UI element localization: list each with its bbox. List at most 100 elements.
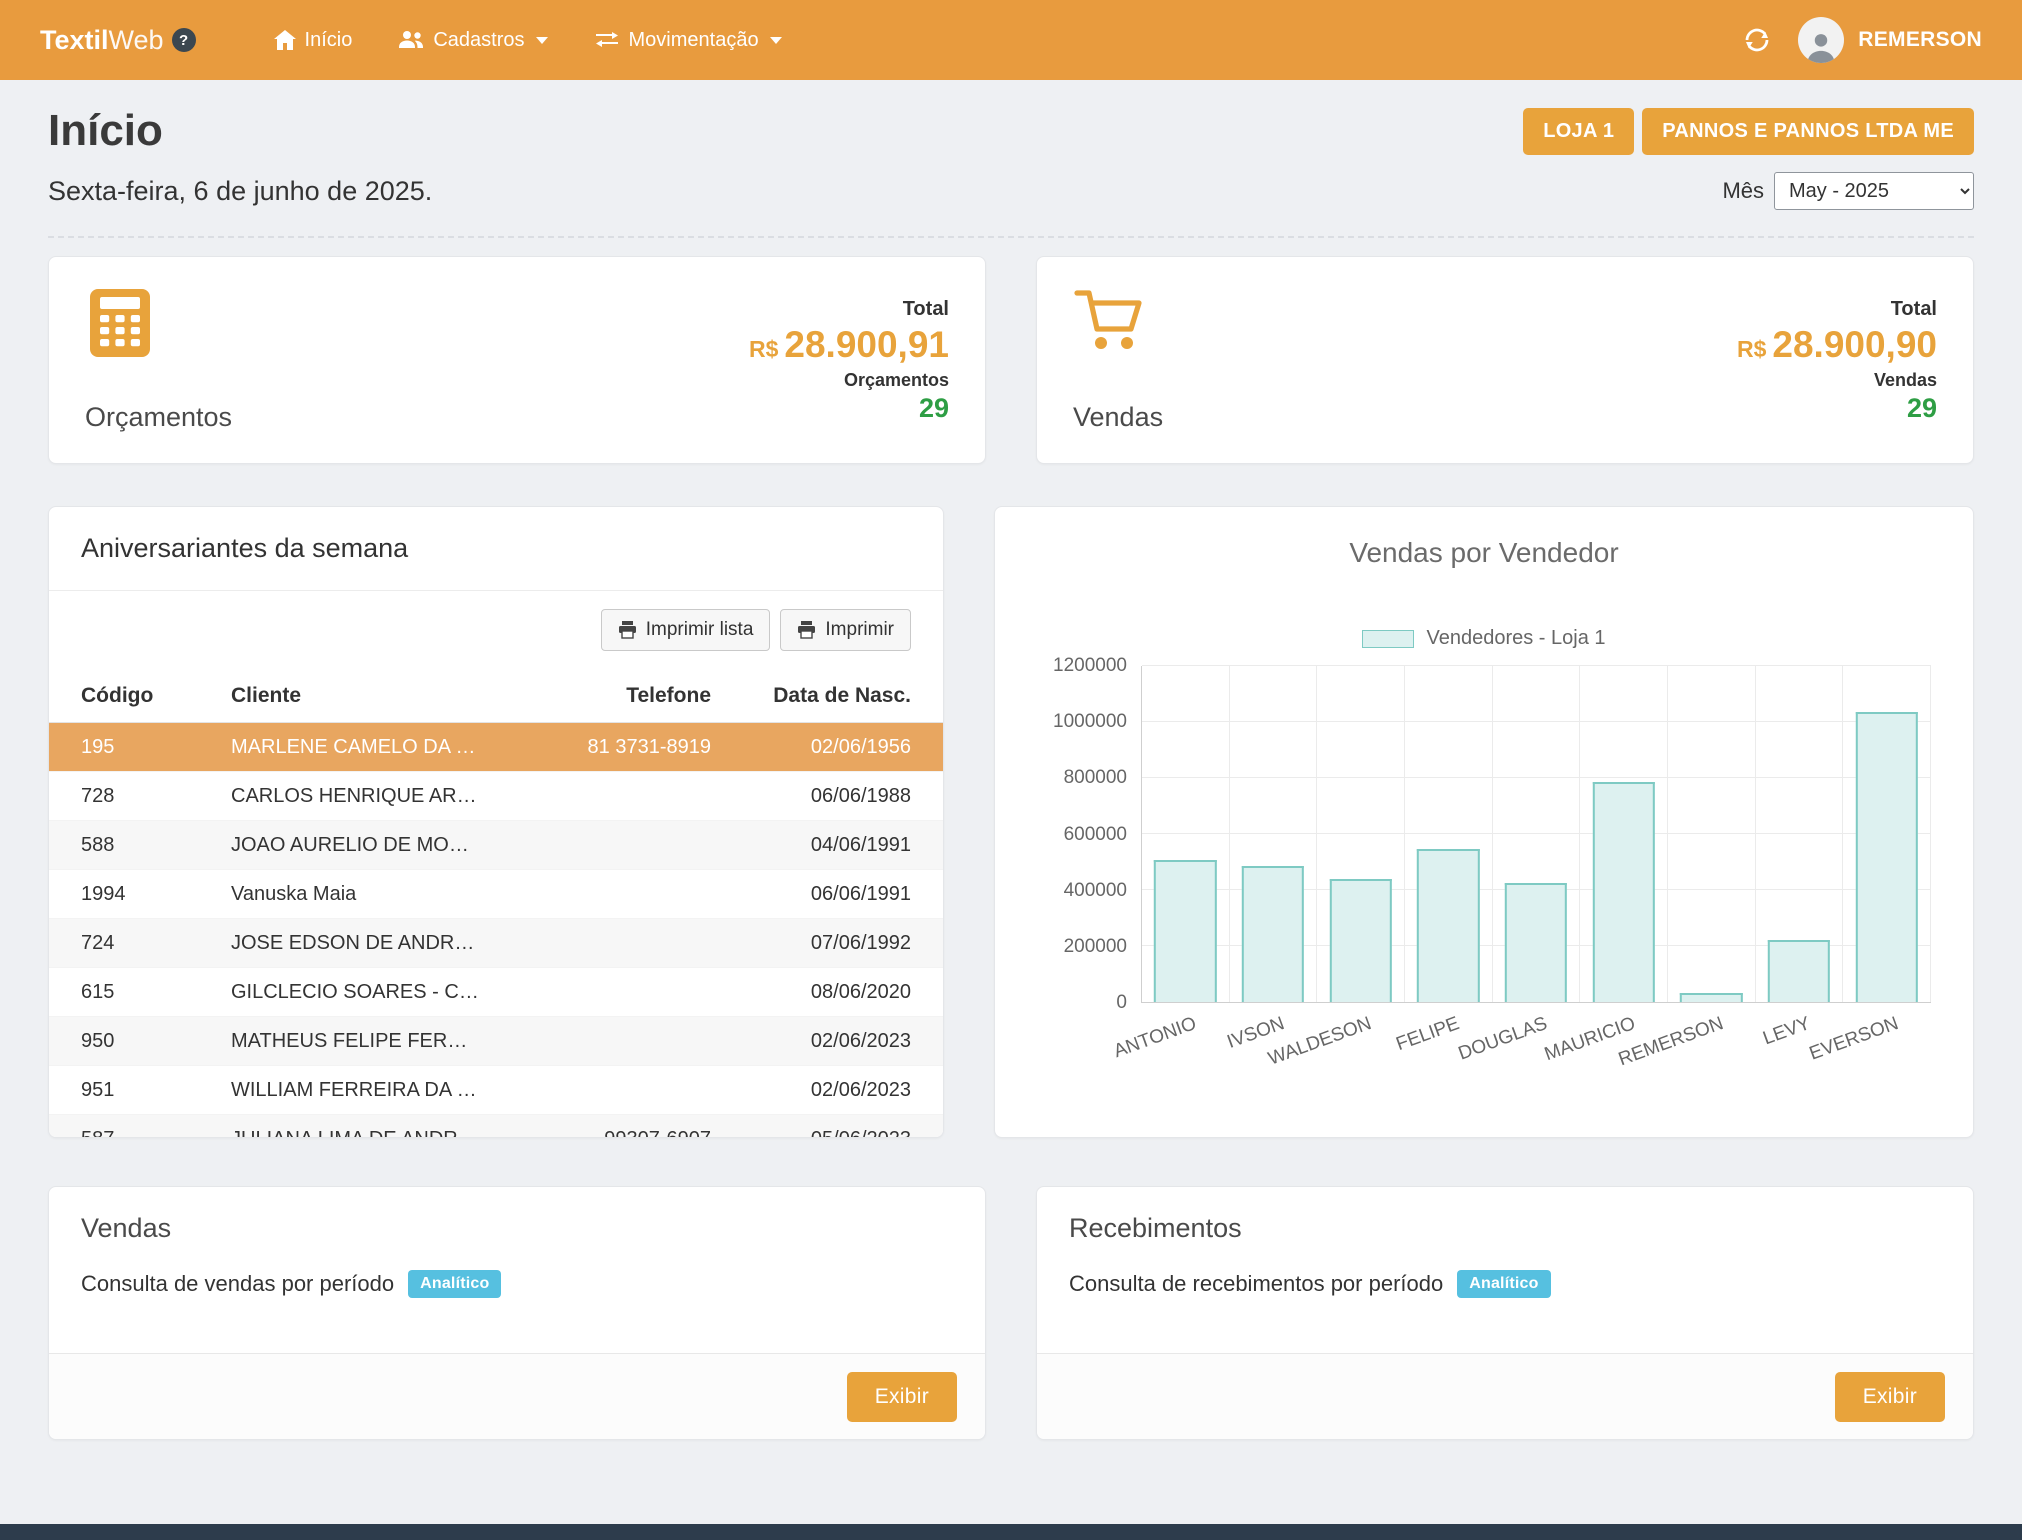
print-list-button[interactable]: Imprimir lista <box>601 609 771 651</box>
table-row[interactable]: 724 JOSE EDSON DE ANDRADE S... 07/06/199… <box>49 919 943 968</box>
cell-cliente: WILLIAM FERREIRA DA SILVA <box>231 1079 501 1102</box>
store-button[interactable]: LOJA 1 <box>1523 108 1634 155</box>
analitico-badge: Analítico <box>408 1270 501 1298</box>
avatar <box>1798 17 1844 63</box>
printer-icon <box>797 621 816 639</box>
header-buttons: LOJA 1 PANNOS E PANNOS LTDA ME <box>1523 108 1974 155</box>
chart-x-labels: ANTONIOIVSONWALDESONFELIPEDOUGLASMAURICI… <box>1141 1003 1931 1083</box>
cell-cliente: MATHEUS FELIPE FERREIRA ... <box>231 1030 501 1053</box>
middle-row: Aniversariantes da semana Imprimir lista… <box>48 506 1974 1138</box>
total-amount: R$28.900,90 <box>1737 325 1937 366</box>
card-label: Vendas <box>1073 402 1163 433</box>
exibir-recebimentos-button[interactable]: Exibir <box>1835 1372 1945 1422</box>
table-row[interactable]: 615 GILCLECIO SOARES - CAMILA 08/06/2020 <box>49 968 943 1017</box>
user-name: REMERSON <box>1858 28 1982 52</box>
nav-item-label: Início <box>305 29 353 52</box>
chart-bar <box>1856 712 1918 1002</box>
orcamentos-card: Orçamentos Total R$28.900,91 Orçamentos … <box>48 256 986 464</box>
chart-slot <box>1843 666 1931 1002</box>
cell-cliente: JULIANA LIMA DE ANDRADE <box>231 1128 501 1139</box>
nav-item-label: Movimentação <box>629 29 759 52</box>
total-label: Total <box>749 298 949 321</box>
chart-slot <box>1756 666 1844 1002</box>
chart-slot <box>1580 666 1668 1002</box>
col-codigo: Código <box>81 684 231 708</box>
cell-nascimento: 05/06/2023 <box>711 1128 911 1139</box>
count-label: Orçamentos <box>749 370 949 391</box>
x-tick: WALDESON <box>1317 1003 1405 1083</box>
chart-bar <box>1505 883 1567 1002</box>
chart-bar <box>1242 866 1304 1002</box>
y-tick-label: 800000 <box>1064 767 1127 789</box>
cell-telefone: 81 3731-8919 <box>501 736 711 759</box>
y-tick-label: 600000 <box>1064 824 1127 846</box>
cell-codigo: 728 <box>81 785 231 808</box>
cell-nascimento: 06/06/1988 <box>711 785 911 808</box>
col-cliente: Cliente <box>231 684 501 708</box>
cell-nascimento: 06/06/1991 <box>711 883 911 906</box>
birthdays-title: Aniversariantes da semana <box>81 533 911 564</box>
table-row[interactable]: 587 JULIANA LIMA DE ANDRADE 99307-6907 0… <box>49 1115 943 1138</box>
table-row[interactable]: 951 WILLIAM FERREIRA DA SILVA 02/06/2023 <box>49 1066 943 1115</box>
legend-label: Vendedores - Loja 1 <box>1426 627 1605 650</box>
vendas-card: Vendas Total R$28.900,90 Vendas 29 <box>1036 256 1974 464</box>
nav-item-cadastros[interactable]: Cadastros <box>380 17 565 64</box>
panel-description: Consulta de vendas por período Analítico <box>81 1270 953 1298</box>
users-icon <box>398 30 424 50</box>
x-tick: EVERSON <box>1843 1003 1931 1083</box>
nav-item-movimentacao[interactable]: Movimentação <box>576 17 800 64</box>
table-row[interactable]: 950 MATHEUS FELIPE FERREIRA ... 02/06/20… <box>49 1017 943 1066</box>
chart-bar <box>1329 879 1391 1002</box>
help-icon[interactable]: ? <box>172 28 196 52</box>
company-button[interactable]: PANNOS E PANNOS LTDA ME <box>1642 108 1974 155</box>
brand-logo[interactable]: TextilWeb ? <box>40 25 196 56</box>
y-tick-label: 0 <box>1116 992 1127 1014</box>
refresh-icon[interactable] <box>1742 25 1772 55</box>
chart-slot <box>1493 666 1581 1002</box>
table-row[interactable]: 195 MARLENE CAMELO DA SILVA ... 81 3731-… <box>49 723 943 772</box>
cell-cliente: JOAO AURELIO DE MOURA (A) <box>231 834 501 857</box>
cell-codigo: 195 <box>81 736 231 759</box>
chart-slot <box>1142 666 1230 1002</box>
cell-cliente: JOSE EDSON DE ANDRADE S... <box>231 932 501 955</box>
birthday-table-body: 195 MARLENE CAMELO DA SILVA ... 81 3731-… <box>49 723 943 1138</box>
table-header: Código Cliente Telefone Data de Nasc. <box>49 669 943 723</box>
panel-description: Consulta de recebimentos por período Ana… <box>1069 1270 1941 1298</box>
table-row[interactable]: 728 CARLOS HENRIQUE ARAUJO ... 06/06/198… <box>49 772 943 821</box>
cell-cliente: GILCLECIO SOARES - CAMILA <box>231 981 501 1004</box>
chart-bar <box>1592 782 1654 1002</box>
panel-title: Vendas <box>81 1213 953 1244</box>
chart-slot <box>1317 666 1405 1002</box>
print-buttons: Imprimir lista Imprimir <box>49 591 943 669</box>
top-navbar: TextilWeb ? Início Cadastros <box>0 0 2022 80</box>
reports-row: Vendas Consulta de vendas por período An… <box>48 1186 1974 1440</box>
month-select[interactable]: May - 2025 <box>1774 172 1974 210</box>
y-tick-label: 1200000 <box>1053 655 1127 677</box>
nav-item-inicio[interactable]: Início <box>256 17 371 64</box>
panel-title: Recebimentos <box>1069 1213 1941 1244</box>
cell-nascimento: 04/06/1991 <box>711 834 911 857</box>
date-row: Sexta-feira, 6 de junho de 2025. Mês May… <box>48 172 1974 238</box>
x-tick: ANTONIO <box>1141 1003 1229 1083</box>
x-tick-label: ANTONIO <box>1111 1013 1200 1063</box>
table-row[interactable]: 588 JOAO AURELIO DE MOURA (A) 04/06/1991 <box>49 821 943 870</box>
print-button[interactable]: Imprimir <box>780 609 911 651</box>
total-label: Total <box>1737 298 1937 321</box>
chart-bar <box>1680 993 1742 1002</box>
calculator-icon <box>85 287 232 359</box>
footer-bar <box>0 1524 2022 1540</box>
y-tick-label: 400000 <box>1064 880 1127 902</box>
shopping-cart-icon <box>1073 287 1163 355</box>
vendas-report-panel: Vendas Consulta de vendas por período An… <box>48 1186 986 1440</box>
table-row[interactable]: 1994 Vanuska Maia 06/06/1991 <box>49 870 943 919</box>
sales-chart-card: Vendas por Vendedor Vendedores - Loja 1 … <box>994 506 1974 1138</box>
count-value: 29 <box>749 395 949 422</box>
chart-legend[interactable]: Vendedores - Loja 1 <box>1037 627 1931 650</box>
cell-nascimento: 07/06/1992 <box>711 932 911 955</box>
user-menu[interactable]: REMERSON <box>1798 17 1982 63</box>
col-nascimento: Data de Nasc. <box>711 684 911 708</box>
exibir-vendas-button[interactable]: Exibir <box>847 1372 957 1422</box>
chart-slot <box>1668 666 1756 1002</box>
cell-cliente: Vanuska Maia <box>231 883 501 906</box>
month-picker: Mês May - 2025 <box>1722 172 1974 210</box>
